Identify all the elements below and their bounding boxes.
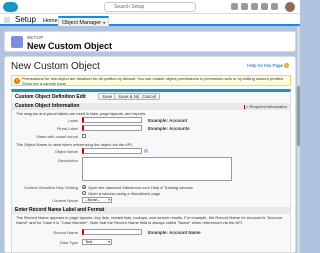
bell-icon[interactable] (271, 3, 278, 10)
description-field-label: Description (57, 158, 78, 163)
panel-title: Custom Object Definition Edit (15, 94, 86, 100)
help-option-visualforce-label: Open a window using a Visualforce page (88, 191, 161, 196)
main-content: New Custom Object Help for this Page? ! … (4, 56, 296, 253)
setup-title: New Custom Object (27, 41, 113, 51)
description-textarea[interactable] (82, 157, 232, 181)
help-option-standard-label: Open the standard Salesforce.com Help & … (88, 185, 193, 190)
setup-kicker: SETUP (27, 35, 44, 40)
info-icon[interactable] (144, 149, 148, 153)
plural-label-field-label: Plural Label (56, 126, 78, 131)
app-nav: Setup Home Object Manager ▾ (0, 14, 300, 26)
favorites-icon[interactable] (231, 3, 238, 10)
record-name-input[interactable] (82, 229, 142, 235)
info-description: The singular and plural labels are used … (16, 111, 147, 116)
permissions-warning: ! Permissions for this object are disabl… (11, 75, 291, 86)
section-title: Custom Object Information (15, 103, 80, 109)
page-scrollbar[interactable] (297, 26, 300, 253)
chevron-down-icon[interactable]: ▾ (103, 20, 105, 25)
help-option-standard-radio[interactable] (82, 185, 86, 189)
plural-example: Example: Accounts (148, 126, 190, 131)
warning-icon: ! (14, 78, 20, 84)
add-icon[interactable] (241, 3, 248, 10)
app-name: Setup (15, 15, 36, 24)
content-name-value: --None-- (85, 197, 100, 202)
label-field-label: Label (68, 118, 78, 123)
section-custom-object-info: Custom Object Information = Required Inf… (12, 103, 290, 110)
help-option-visualforce-radio[interactable] (82, 191, 86, 195)
data-type-select[interactable]: Text ▾ (82, 239, 112, 245)
record-name-field-label: Record Name (53, 230, 78, 235)
tab-object-manager-label: Object Manager (62, 20, 102, 26)
tab-object-manager[interactable]: Object Manager ▾ (58, 16, 110, 26)
help-link[interactable]: Help for this Page? (247, 63, 289, 69)
help-link-text[interactable]: Help for this Page (247, 63, 283, 68)
object-name-field-label: Object Name (54, 149, 78, 154)
label-input[interactable] (82, 117, 142, 123)
search-input[interactable]: Search Setup (104, 2, 196, 12)
page-title: New Custom Object (11, 61, 100, 72)
app-launcher-icon[interactable] (4, 17, 10, 23)
help-icon[interactable] (251, 3, 258, 10)
question-icon[interactable]: ? (284, 63, 289, 69)
salesforce-cloud-logo[interactable] (3, 2, 18, 12)
required-legend-text: = Required Information (246, 104, 287, 109)
object-name-input[interactable] (82, 148, 142, 154)
record-name-description: The Record Name appears in page layouts,… (16, 215, 283, 225)
content-name-select[interactable]: --None-- ▾ (82, 197, 112, 203)
avatar[interactable] (285, 2, 295, 12)
record-name-example: Example: Account Name (148, 230, 201, 235)
tab-home-label: Home (43, 18, 58, 24)
gear-icon[interactable] (261, 3, 268, 10)
data-type-value: Text (85, 239, 93, 244)
required-legend: = Required Information (244, 103, 287, 110)
help-setting-field-label: Context-Sensitive Help Setting (23, 185, 78, 190)
cancel-button[interactable]: Cancel (138, 93, 161, 100)
header-icons (231, 3, 278, 10)
definition-edit-panel: Custom Object Definition Edit Save Save … (11, 89, 291, 252)
scrollbar-thumb[interactable] (297, 86, 300, 146)
content-name-field-label: Content Name (52, 198, 78, 203)
label-example: Example: Account (148, 118, 188, 123)
data-type-field-label: Data Type (59, 240, 78, 245)
sample-page-link[interactable]: Show me a sample page (22, 81, 66, 85)
plural-label-input[interactable] (82, 125, 142, 131)
object-name-description: The Object Name is used when referencing… (16, 142, 133, 147)
global-header: Search Setup (0, 0, 300, 14)
chevron-down-icon: ▾ (108, 198, 110, 202)
section-title: Enter Record Name Label and Format (15, 207, 105, 213)
object-layers-icon (11, 36, 23, 48)
vowel-checkbox[interactable] (82, 134, 86, 138)
chevron-down-icon: ▾ (108, 240, 110, 244)
section-record-name: Enter Record Name Label and Format (12, 207, 290, 214)
vowel-field-label: Starts with vowel sound (35, 134, 78, 139)
setup-header-card: SETUP New Custom Object (4, 31, 296, 52)
